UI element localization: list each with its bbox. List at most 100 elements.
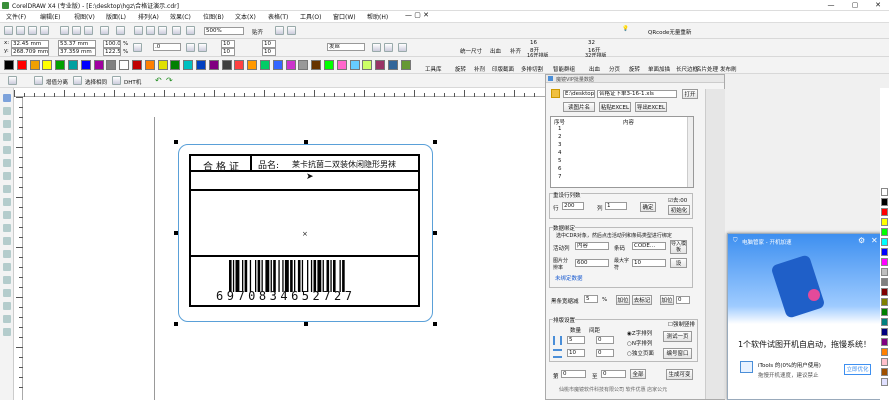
y-position-input[interactable]: 268.709 mm	[11, 48, 49, 56]
palette-swatch[interactable]	[881, 298, 888, 306]
optimize-button[interactable]: 立即优化	[844, 364, 871, 375]
menu-window[interactable]: 窗口(W)	[333, 12, 356, 21]
app-launcher-icon[interactable]	[172, 26, 181, 35]
path-input[interactable]: E:\desktop\h	[563, 90, 595, 98]
quick-fill-swatch[interactable]	[29, 60, 40, 70]
palette-swatch[interactable]	[881, 288, 888, 296]
uniform-size-button[interactable]: 统一尺寸	[460, 47, 482, 55]
scale-x-input[interactable]: 100.0	[103, 40, 121, 48]
palette-swatch[interactable]	[881, 188, 888, 196]
bleed-button[interactable]: 出血	[490, 47, 501, 55]
palette-swatch[interactable]	[881, 358, 888, 366]
mirror-v-icon[interactable]	[198, 43, 207, 52]
selection-handle[interactable]	[433, 231, 437, 235]
undo-icon[interactable]	[100, 26, 109, 35]
label-card[interactable]: 合格证 品名: 莱卡抗菌二双装休闲隐形男袜 × 6970834652727	[189, 154, 420, 307]
palette-swatch[interactable]	[881, 198, 888, 206]
column-header-no[interactable]: 序号	[554, 118, 565, 126]
outline-tool-icon[interactable]	[3, 302, 11, 310]
page-from-input[interactable]: 0	[561, 370, 586, 378]
qty-cols-input[interactable]: 5	[567, 336, 585, 344]
patch-button[interactable]: 补剂	[474, 65, 485, 73]
rotate2-button[interactable]: 旋转	[629, 65, 640, 73]
width-input[interactable]: 53.37 mm	[58, 40, 96, 48]
selection-handle[interactable]	[174, 231, 178, 235]
menu-edit[interactable]: 编辑(E)	[40, 12, 60, 21]
quick-fill-swatch[interactable]	[234, 60, 245, 70]
single-trace-button[interactable]: 单面加描	[648, 65, 670, 73]
quick-fill-swatch[interactable]	[80, 60, 91, 70]
test-page-button[interactable]: 测试一页	[663, 331, 692, 342]
dimension-tool-icon[interactable]	[3, 250, 11, 258]
quick-fill-swatch[interactable]	[106, 60, 117, 70]
select-same-icon[interactable]	[73, 76, 82, 85]
eyedropper-tool-icon[interactable]	[3, 289, 11, 297]
table-scrollbar[interactable]	[687, 117, 693, 187]
selection-handle[interactable]	[174, 322, 178, 326]
card-process-button[interactable]: 名片处理	[696, 65, 718, 73]
table-tool-icon[interactable]	[3, 237, 11, 245]
confirm-button[interactable]: 确定	[640, 202, 656, 212]
palette-swatch[interactable]	[881, 308, 888, 316]
table-row[interactable]: 3	[558, 142, 562, 148]
redo-arrow-icon[interactable]: ↷	[166, 76, 173, 85]
menu-layout[interactable]: 版面(L)	[106, 12, 126, 21]
selection-handle[interactable]	[304, 140, 308, 144]
folder-icon[interactable]	[551, 89, 560, 98]
palette-swatch[interactable]	[881, 368, 888, 376]
remove-checkbox[interactable]: ☑去:00	[668, 196, 687, 204]
quick-fill-swatch[interactable]	[119, 60, 130, 70]
quick-fill-swatch[interactable]	[144, 60, 155, 70]
quick-fill-swatch[interactable]	[157, 60, 168, 70]
corner-input-3[interactable]: 10	[262, 40, 276, 48]
multi-cut-button[interactable]: 多排切割	[521, 65, 543, 73]
quick-fill-swatch[interactable]	[298, 60, 309, 70]
export-icon[interactable]	[158, 26, 167, 35]
table-row[interactable]: 2	[558, 134, 562, 140]
toolbox-button[interactable]: 工具库	[425, 65, 442, 73]
smart-group-button[interactable]: 智能群组	[553, 65, 575, 73]
import-icon[interactable]	[146, 26, 155, 35]
quick-fill-swatch[interactable]	[183, 60, 194, 70]
quick-fill-swatch[interactable]	[311, 60, 322, 70]
quick-fill-swatches[interactable]	[4, 60, 414, 70]
paste-excel-button[interactable]: 粘贴EXCEL	[599, 102, 631, 112]
quick-fill-swatch[interactable]	[272, 60, 283, 70]
settings-icon[interactable]	[398, 43, 407, 52]
redo-icon[interactable]	[116, 26, 125, 35]
quick-fill-swatch[interactable]	[388, 60, 398, 70]
menu-effects[interactable]: 效果(C)	[170, 12, 191, 21]
dht-button[interactable]: DHT机	[124, 78, 141, 86]
outline-icon[interactable]	[372, 43, 381, 52]
barcode-type-select[interactable]: CODE...	[632, 242, 666, 250]
bulb-icon[interactable]: 💡	[622, 26, 629, 32]
quick-fill-swatch[interactable]	[247, 60, 258, 70]
menu-arrange[interactable]: 排列(A)	[138, 12, 159, 21]
selection-handle[interactable]	[433, 322, 437, 326]
minimize-button[interactable]: —	[823, 0, 839, 11]
spacing-rows-input[interactable]: 0	[596, 349, 614, 357]
options-icon[interactable]	[275, 26, 284, 35]
doc-window-controls[interactable]: — ▢ ✕	[405, 11, 435, 22]
paste-icon[interactable]	[84, 26, 93, 35]
palette-swatch[interactable]	[881, 348, 888, 356]
text-tool-icon[interactable]	[3, 224, 11, 232]
horizontal-ruler[interactable]	[14, 88, 545, 97]
vertical-ruler[interactable]	[14, 97, 23, 400]
bleed2-button[interactable]: 出血	[589, 65, 600, 73]
select-same-button[interactable]: 选择相同	[85, 78, 107, 86]
palette-swatch[interactable]	[881, 218, 888, 226]
resolution-select[interactable]: 600	[575, 259, 609, 267]
quick-fill-swatch[interactable]	[349, 60, 360, 70]
cols-input[interactable]: 1	[605, 202, 627, 210]
freehand-tool-icon[interactable]	[3, 146, 11, 154]
table-row[interactable]: 4	[558, 150, 562, 156]
open-icon[interactable]	[16, 26, 25, 35]
file-select[interactable]: 合格证下单3-16-1.xls	[597, 90, 677, 98]
column-header-content[interactable]: 内容	[623, 118, 634, 126]
n-order-radio[interactable]: ○N字排列	[627, 339, 652, 347]
print-icon[interactable]	[40, 26, 49, 35]
cut-icon[interactable]	[60, 26, 69, 35]
max-chars-input[interactable]: 10	[632, 259, 666, 267]
popup-settings-icon[interactable]: ⚙	[858, 236, 865, 245]
